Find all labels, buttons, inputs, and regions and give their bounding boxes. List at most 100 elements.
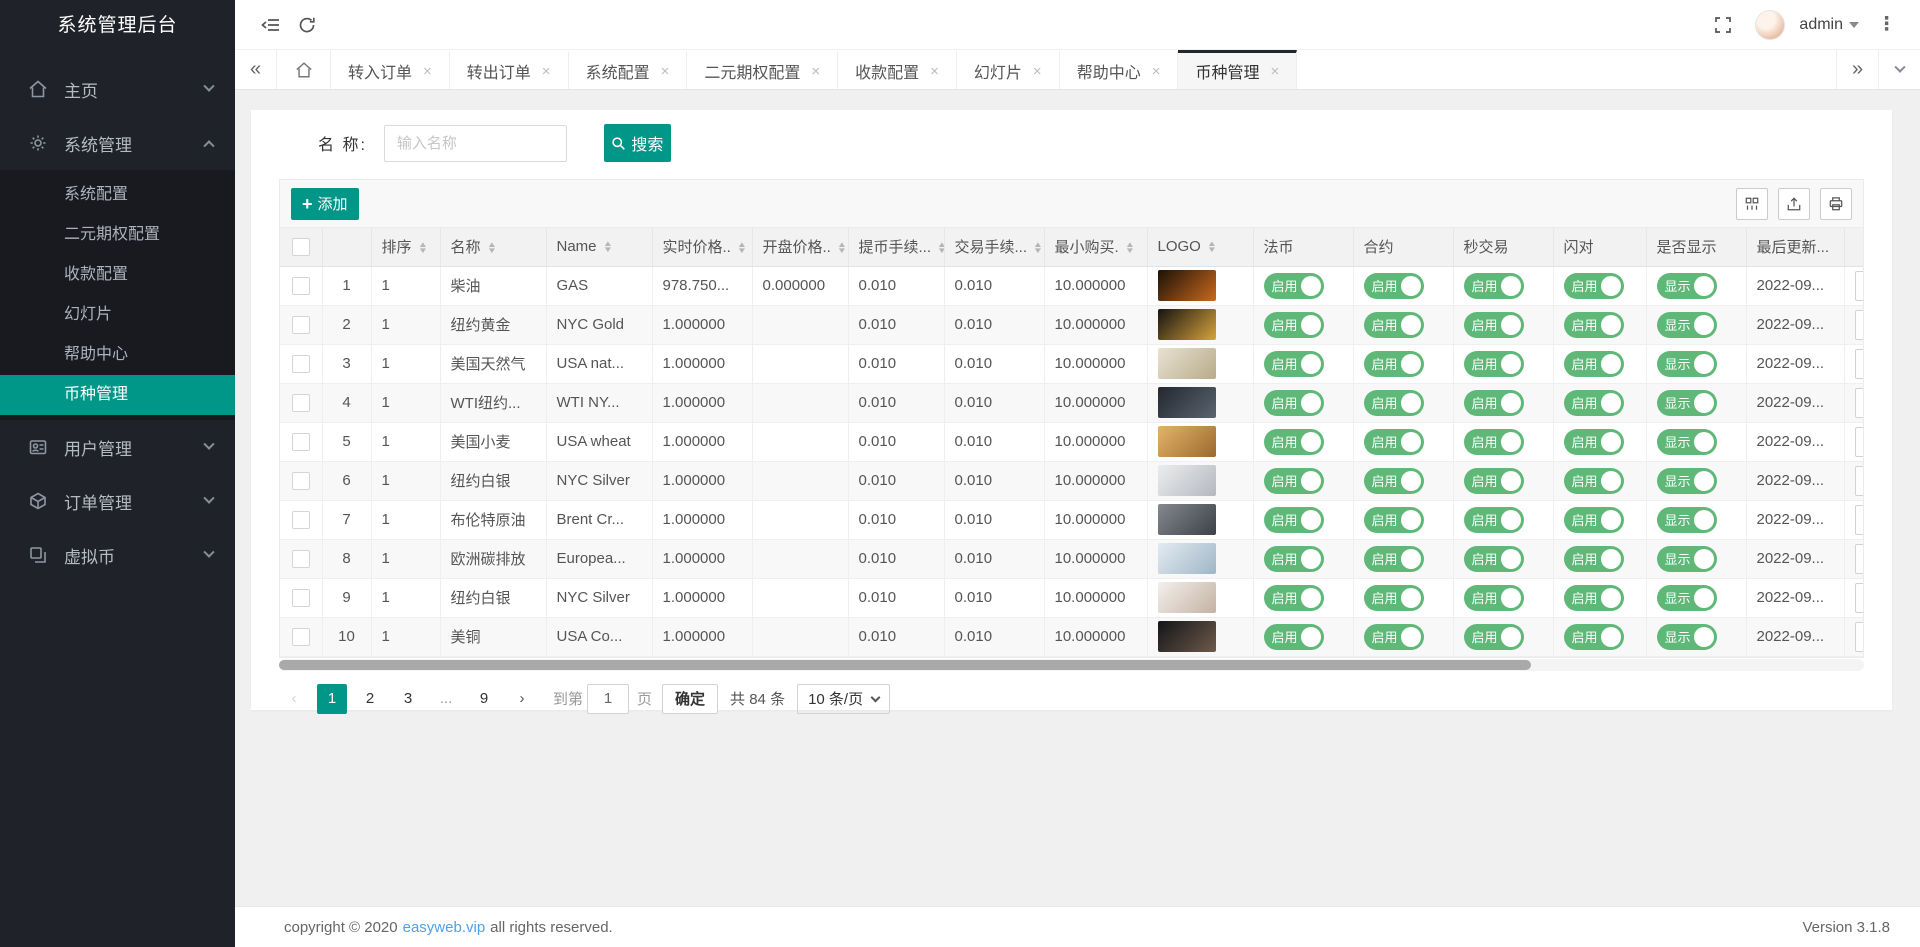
toggle-seconds[interactable]: 启用 — [1464, 312, 1524, 338]
next-page-button[interactable]: › — [507, 684, 537, 714]
sort-icon[interactable]: ▲▼ — [1208, 241, 1216, 253]
row-checkbox[interactable] — [292, 550, 310, 568]
sort-icon[interactable]: ▲▼ — [1034, 242, 1042, 254]
toggle-flash[interactable]: 启用 — [1564, 468, 1624, 494]
toggle-fiat[interactable]: 启用 — [1264, 585, 1324, 611]
row-checkbox[interactable] — [292, 316, 310, 334]
toggle-show[interactable]: 显示 — [1657, 585, 1717, 611]
toggle-show[interactable]: 显示 — [1657, 429, 1717, 455]
tab-转入订单[interactable]: 转入订单× — [331, 50, 450, 89]
submenu-item-收款配置[interactable]: 收款配置 — [0, 255, 235, 295]
toggle-contract[interactable]: 启用 — [1364, 273, 1424, 299]
tab-系统配置[interactable]: 系统配置× — [569, 50, 688, 89]
close-icon[interactable]: × — [542, 63, 551, 80]
toggle-fiat[interactable]: 启用 — [1264, 624, 1324, 650]
page-size-select[interactable]: 10 条/页 — [797, 684, 890, 714]
page-button-2[interactable]: 2 — [355, 684, 385, 714]
toggle-contract[interactable]: 启用 — [1364, 546, 1424, 572]
search-input[interactable] — [384, 125, 567, 162]
tabs-scroll-right-button[interactable]: » — [1836, 50, 1878, 89]
toggle-contract[interactable]: 启用 — [1364, 312, 1424, 338]
export-icon[interactable] — [1778, 188, 1810, 220]
edit-button[interactable]: 修改 — [1855, 427, 1865, 457]
toggle-contract[interactable]: 启用 — [1364, 507, 1424, 533]
edit-button[interactable]: 修改 — [1855, 505, 1865, 535]
edit-button[interactable]: 修改 — [1855, 349, 1865, 379]
tab-幻灯片[interactable]: 幻灯片× — [957, 50, 1060, 89]
toggle-flash[interactable]: 启用 — [1564, 390, 1624, 416]
footer-link[interactable]: easyweb.vip — [403, 919, 486, 936]
toggle-seconds[interactable]: 启用 — [1464, 351, 1524, 377]
toggle-contract[interactable]: 启用 — [1364, 351, 1424, 377]
page-button-1[interactable]: 1 — [317, 684, 347, 714]
sidebar-item-主页[interactable]: 主页 — [0, 62, 235, 116]
row-checkbox[interactable] — [292, 511, 310, 529]
sort-icon[interactable]: ▲▼ — [838, 242, 846, 254]
refresh-icon[interactable] — [289, 7, 325, 43]
submenu-item-币种管理[interactable]: 币种管理 — [0, 375, 235, 415]
row-checkbox[interactable] — [292, 628, 310, 646]
toggle-fiat[interactable]: 启用 — [1264, 546, 1324, 572]
row-checkbox[interactable] — [292, 472, 310, 490]
tab-转出订单[interactable]: 转出订单× — [450, 50, 569, 89]
edit-button[interactable]: 修改 — [1855, 622, 1865, 652]
select-all-checkbox[interactable] — [292, 238, 310, 256]
toggle-seconds[interactable]: 启用 — [1464, 468, 1524, 494]
toggle-seconds[interactable]: 启用 — [1464, 429, 1524, 455]
sort-icon[interactable]: ▲▼ — [938, 242, 944, 254]
toggle-show[interactable]: 显示 — [1657, 351, 1717, 377]
close-icon[interactable]: × — [930, 63, 939, 80]
prev-page-button[interactable]: ‹ — [279, 684, 309, 714]
toggle-contract[interactable]: 启用 — [1364, 624, 1424, 650]
sort-icon[interactable]: ▲▼ — [738, 242, 746, 254]
close-icon[interactable]: × — [1033, 63, 1042, 80]
edit-button[interactable]: 修改 — [1855, 544, 1865, 574]
submenu-item-幻灯片[interactable]: 幻灯片 — [0, 295, 235, 335]
add-button[interactable]: + 添加 — [291, 188, 359, 220]
close-icon[interactable]: × — [661, 63, 670, 80]
row-checkbox[interactable] — [292, 433, 310, 451]
sidebar-item-系统管理[interactable]: 系统管理 — [0, 116, 235, 170]
tab-帮助中心[interactable]: 帮助中心× — [1060, 50, 1179, 89]
toggle-fiat[interactable]: 启用 — [1264, 312, 1324, 338]
toggle-fiat[interactable]: 启用 — [1264, 351, 1324, 377]
home-tab[interactable] — [277, 50, 331, 89]
toggle-seconds[interactable]: 启用 — [1464, 546, 1524, 572]
close-icon[interactable]: × — [1152, 63, 1161, 80]
fullscreen-icon[interactable] — [1705, 7, 1741, 43]
close-icon[interactable]: × — [423, 63, 432, 80]
toggle-fiat[interactable]: 启用 — [1264, 390, 1324, 416]
toggle-seconds[interactable]: 启用 — [1464, 390, 1524, 416]
toggle-fiat[interactable]: 启用 — [1264, 429, 1324, 455]
toggle-contract[interactable]: 启用 — [1364, 468, 1424, 494]
sidebar-item-虚拟币[interactable]: 虚拟币 — [0, 528, 235, 582]
user-menu[interactable]: admin — [1799, 16, 1859, 34]
toggle-flash[interactable]: 启用 — [1564, 624, 1624, 650]
toggle-seconds[interactable]: 启用 — [1464, 273, 1524, 299]
edit-button[interactable]: 修改 — [1855, 583, 1865, 613]
toggle-flash[interactable]: 启用 — [1564, 273, 1624, 299]
sort-icon[interactable]: ▲▼ — [604, 241, 612, 253]
toggle-show[interactable]: 显示 — [1657, 390, 1717, 416]
toggle-show[interactable]: 显示 — [1657, 624, 1717, 650]
tabs-dropdown-button[interactable] — [1878, 50, 1920, 89]
edit-button[interactable]: 修改 — [1855, 466, 1865, 496]
tab-币种管理[interactable]: 币种管理× — [1178, 50, 1297, 89]
filter-columns-icon[interactable] — [1736, 188, 1768, 220]
tab-收款配置[interactable]: 收款配置× — [838, 50, 957, 89]
toggle-show[interactable]: 显示 — [1657, 312, 1717, 338]
toggle-flash[interactable]: 启用 — [1564, 507, 1624, 533]
edit-button[interactable]: 修改 — [1855, 388, 1865, 418]
toggle-show[interactable]: 显示 — [1657, 468, 1717, 494]
toggle-fiat[interactable]: 启用 — [1264, 273, 1324, 299]
toggle-show[interactable]: 显示 — [1657, 546, 1717, 572]
toggle-flash[interactable]: 启用 — [1564, 351, 1624, 377]
toggle-contract[interactable]: 启用 — [1364, 390, 1424, 416]
page-button-3[interactable]: 3 — [393, 684, 423, 714]
sort-icon[interactable]: ▲▼ — [419, 242, 427, 254]
toggle-contract[interactable]: 启用 — [1364, 585, 1424, 611]
search-button[interactable]: 搜索 — [604, 124, 671, 162]
row-checkbox[interactable] — [292, 589, 310, 607]
sidebar-item-订单管理[interactable]: 订单管理 — [0, 474, 235, 528]
confirm-page-button[interactable]: 确定 — [662, 684, 718, 714]
